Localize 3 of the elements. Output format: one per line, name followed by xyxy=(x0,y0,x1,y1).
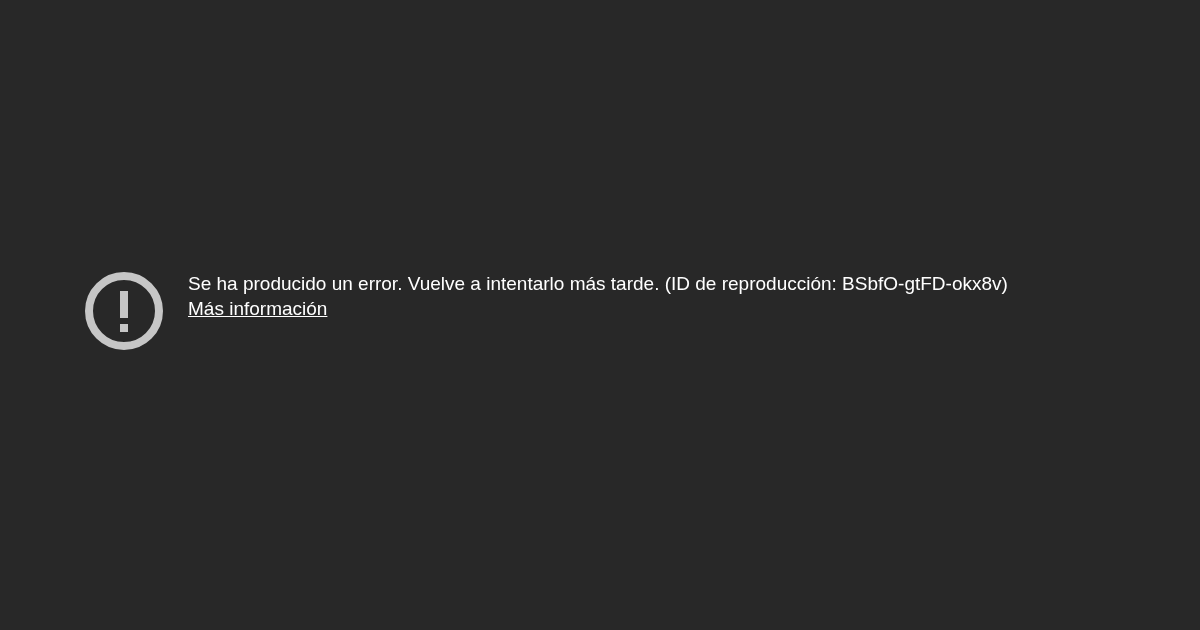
error-message: Se ha producido un error. Vuelve a intentarlo más tarde. (ID de reproducción: BSbfO-gtFD-okx8v) xyxy=(188,272,1008,296)
more-info-link[interactable]: Más información xyxy=(188,297,328,321)
exclamation-icon xyxy=(84,271,164,351)
